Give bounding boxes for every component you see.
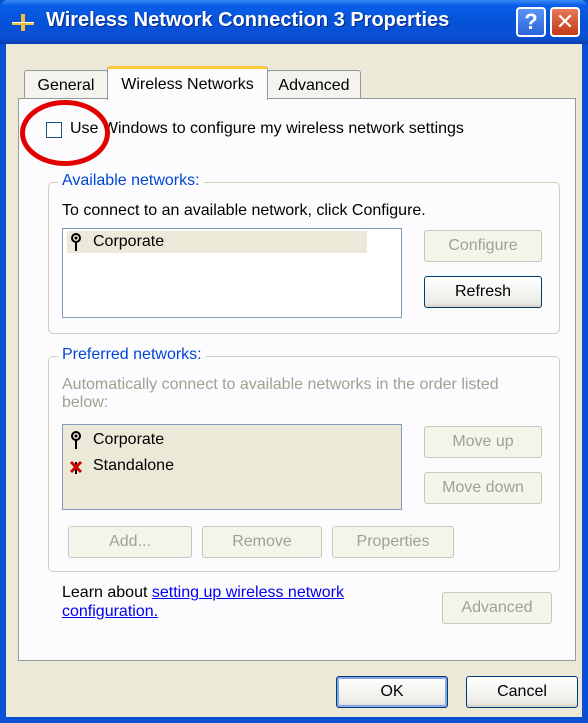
preferred-networks-title: Preferred networks: (58, 346, 206, 364)
title-bar[interactable]: Wireless Network Connection 3 Properties… (0, 0, 588, 44)
antenna-icon (71, 431, 81, 449)
network-name: Standalone (93, 457, 174, 474)
remove-button[interactable]: Remove (202, 526, 322, 558)
refresh-button[interactable]: Refresh (424, 276, 542, 308)
tab-general[interactable]: General (24, 70, 108, 100)
learn-about-prefix: Learn about (62, 584, 152, 601)
use-windows-label[interactable]: Use Windows to configure my wireless net… (70, 120, 464, 138)
move-down-button[interactable]: Move down (424, 472, 542, 504)
network-connection-icon (12, 14, 34, 31)
setup-link-line2[interactable]: configuration. (62, 603, 158, 621)
available-networks-list[interactable]: Corporate (62, 228, 402, 318)
network-name: Corporate (93, 431, 165, 448)
configure-button[interactable]: Configure (424, 230, 542, 262)
list-item[interactable]: Corporate (67, 231, 367, 253)
ok-button[interactable]: OK (336, 676, 448, 708)
properties-dialog: Wireless Network Connection 3 Properties… (0, 0, 588, 723)
move-up-button[interactable]: Move up (424, 426, 542, 458)
cancel-button[interactable]: Cancel (466, 676, 578, 708)
tab-advanced[interactable]: Advanced (267, 70, 361, 100)
adhoc-icon (69, 460, 83, 474)
setup-link-line1[interactable]: setting up wireless network (152, 584, 344, 601)
preferred-instruction-line1: Automatically connect to available netwo… (62, 376, 499, 393)
preferred-instruction-line2: below: (62, 394, 109, 411)
advanced-button[interactable]: Advanced (442, 592, 552, 624)
available-networks-title: Available networks: (58, 172, 204, 190)
help-button[interactable]: ? (516, 7, 546, 37)
network-name: Corporate (93, 233, 165, 250)
use-windows-checkbox[interactable] (46, 122, 62, 138)
add-button[interactable]: Add... (68, 526, 192, 558)
preferred-networks-list[interactable]: Corporate Standalone (62, 424, 402, 510)
window-title: Wireless Network Connection 3 Properties (46, 9, 450, 31)
available-networks-instruction: To connect to an available network, clic… (62, 202, 426, 219)
properties-button[interactable]: Properties (332, 526, 454, 558)
learn-about-text: Learn about setting up wireless network (62, 584, 344, 602)
close-button[interactable]: ✕ (550, 7, 580, 37)
list-item[interactable]: Standalone (67, 455, 174, 477)
list-item[interactable]: Corporate (67, 429, 164, 451)
tab-wireless-networks[interactable]: Wireless Networks (107, 66, 268, 100)
antenna-icon (71, 233, 81, 251)
